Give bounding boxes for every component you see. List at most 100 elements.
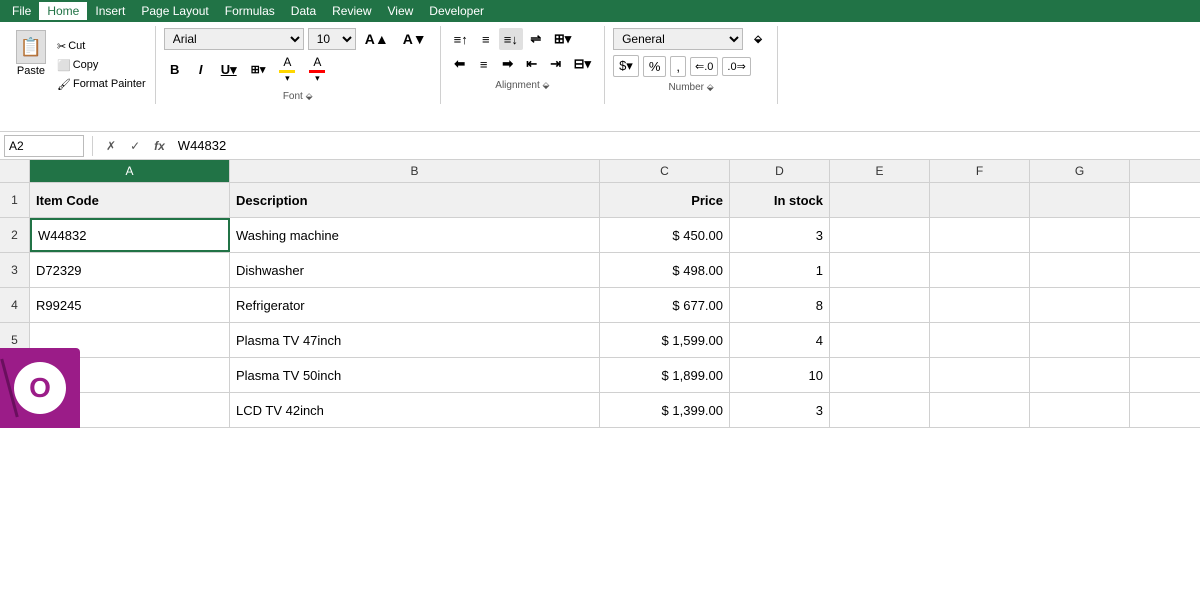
cell-c2[interactable]: $ 450.00 [600,218,730,252]
menu-file[interactable]: File [4,2,39,20]
cell-f2[interactable] [930,218,1030,252]
decrease-font-button[interactable]: A▼ [398,28,432,50]
menu-review[interactable]: Review [324,2,379,20]
cell-a2[interactable]: W44832 [30,218,230,252]
menu-formulas[interactable]: Formulas [217,2,283,20]
cell-f3[interactable] [930,253,1030,287]
cell-g7[interactable] [1030,393,1130,427]
col-header-a[interactable]: A [30,160,230,182]
menu-insert[interactable]: Insert [87,2,133,20]
cell-f6[interactable] [930,358,1030,392]
currency-button[interactable]: $▾ [613,55,639,77]
col-header-f[interactable]: F [930,160,1030,182]
cell-a1[interactable]: Item Code [30,183,230,217]
cell-e2[interactable] [830,218,930,252]
confirm-icon[interactable]: ✓ [125,136,145,156]
cell-a3[interactable]: D72329 [30,253,230,287]
menu-data[interactable]: Data [283,2,324,20]
font-size-select[interactable]: 10 [308,28,356,50]
cell-g5[interactable] [1030,323,1130,357]
cut-button[interactable]: ✂ Cut [54,38,149,55]
font-color-button[interactable]: A ▾ [304,53,330,86]
cell-c4[interactable]: $ 677.00 [600,288,730,322]
cell-e1[interactable] [830,183,930,217]
cell-e3[interactable] [830,253,930,287]
menu-developer[interactable]: Developer [421,2,492,20]
decrease-decimal-button[interactable]: ⇐.0 [690,57,718,76]
align-bottom-button[interactable]: ≡↓ [499,28,523,50]
menu-home[interactable]: Home [39,2,87,20]
border-button[interactable]: ⊞▾ [246,59,271,81]
cell-g1[interactable] [1030,183,1130,217]
cell-g6[interactable] [1030,358,1130,392]
cell-b5[interactable]: Plasma TV 47inch [230,323,600,357]
align-middle-button[interactable]: ≡ [475,28,497,50]
cell-e7[interactable] [830,393,930,427]
cell-c6[interactable]: $ 1,899.00 [600,358,730,392]
cell-a4[interactable]: R99245 [30,288,230,322]
cell-b3[interactable]: Dishwasher [230,253,600,287]
cell-c7[interactable]: $ 1,399.00 [600,393,730,427]
cell-d5[interactable]: 4 [730,323,830,357]
cell-f1[interactable] [930,183,1030,217]
col-header-d[interactable]: D [730,160,830,182]
cell-d7[interactable]: 3 [730,393,830,427]
italic-button[interactable]: I [190,59,212,81]
cell-d4[interactable]: 8 [730,288,830,322]
cell-e4[interactable] [830,288,930,322]
cell-f5[interactable] [930,323,1030,357]
comma-button[interactable]: , [670,56,686,77]
font-name-select[interactable]: Arial [164,28,304,50]
col-header-b[interactable]: B [230,160,600,182]
col-header-e[interactable]: E [830,160,930,182]
number-format-expand[interactable]: ⬙ [747,28,769,50]
cell-e6[interactable] [830,358,930,392]
cell-g2[interactable] [1030,218,1130,252]
align-top-button[interactable]: ≡↑ [449,28,473,50]
align-left-button[interactable]: ⬅ [449,53,471,75]
underline-button[interactable]: U▾ [216,59,242,81]
percent-button[interactable]: % [643,56,667,77]
formula-input[interactable] [174,136,1196,155]
increase-font-button[interactable]: A▲ [360,28,394,50]
cell-g4[interactable] [1030,288,1130,322]
cell-b7[interactable]: LCD TV 42inch [230,393,600,427]
row-header-3[interactable]: 3 [0,253,30,287]
row-header-2[interactable]: 2 [0,218,30,252]
cancel-icon[interactable]: ✗ [101,136,121,156]
menu-page-layout[interactable]: Page Layout [133,2,216,20]
highlight-color-button[interactable]: A ▾ [274,53,300,86]
fx-icon[interactable]: fx [149,136,170,156]
name-box[interactable] [4,135,84,157]
cell-b1[interactable]: Description [230,183,600,217]
cell-f7[interactable] [930,393,1030,427]
cell-c3[interactable]: $ 498.00 [600,253,730,287]
cell-b4[interactable]: Refrigerator [230,288,600,322]
paste-button[interactable]: 📋 Paste [12,28,50,102]
bold-button[interactable]: B [164,59,186,81]
align-right-button[interactable]: ➡ [497,53,519,75]
col-header-g[interactable]: G [1030,160,1130,182]
cell-d1[interactable]: In stock [730,183,830,217]
format-painter-button[interactable]: 🖌 Format Painter [54,76,149,93]
cell-c1[interactable]: Price [600,183,730,217]
decrease-indent-button[interactable]: ⇤ [521,53,543,75]
cell-d2[interactable]: 3 [730,218,830,252]
cell-d3[interactable]: 1 [730,253,830,287]
wrap-text-button[interactable]: ⇌ [525,28,547,50]
cell-f4[interactable] [930,288,1030,322]
copy-button[interactable]: ⬜ Copy [54,57,149,74]
row-header-4[interactable]: 4 [0,288,30,322]
merge-button[interactable]: ⊞▾ [549,28,576,50]
increase-decimal-button[interactable]: .0⇒ [722,57,750,76]
cell-e5[interactable] [830,323,930,357]
align-center-button[interactable]: ≡ [473,53,495,75]
col-header-c[interactable]: C [600,160,730,182]
table-format-button[interactable]: ⊟▾ [569,53,596,75]
cell-b2[interactable]: Washing machine [230,218,600,252]
cell-g3[interactable] [1030,253,1130,287]
number-format-select[interactable]: General [613,28,743,50]
cell-d6[interactable]: 10 [730,358,830,392]
increase-indent-button[interactable]: ⇥ [545,53,567,75]
cell-b6[interactable]: Plasma TV 50inch [230,358,600,392]
